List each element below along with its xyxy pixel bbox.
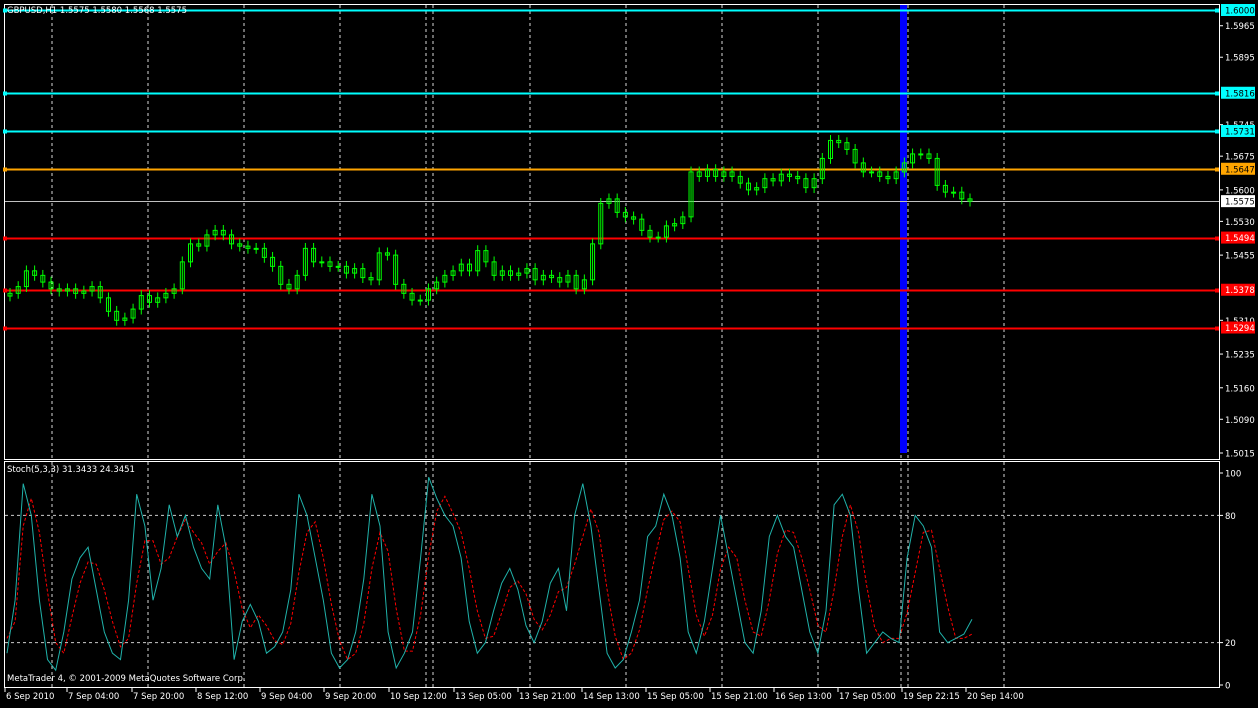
price-tag-label: 1.5294 [1225, 324, 1255, 334]
price-tick-label: 1.5675 [1225, 153, 1255, 163]
level-anchor-left [3, 167, 7, 172]
time-tick-label: 16 Sep 13:00 [775, 692, 832, 702]
candle-body [869, 171, 875, 174]
time-tick-label: 15 Sep 21:00 [711, 692, 768, 702]
level-anchor-left [3, 326, 7, 331]
price-tick-label: 1.5600 [1225, 186, 1255, 196]
level-anchor-left [3, 236, 7, 241]
level-anchor-right [1215, 236, 1219, 241]
candle-body [319, 261, 325, 264]
stoch-tick-label: 100 [1225, 470, 1241, 480]
stoch-main-line [6, 477, 973, 672]
time-tick-label: 6 Sep 2010 [6, 692, 54, 702]
price-tick-label: 1.5965 [1225, 22, 1255, 32]
level-anchor-right [1215, 167, 1219, 172]
price-tick-label: 1.5455 [1225, 252, 1255, 262]
time-tick-label: 14 Sep 13:00 [583, 692, 640, 702]
time-tick-label: 19 Sep 22:15 [903, 692, 960, 702]
price-pane-frame [4, 4, 1220, 460]
time-tick-label: 9 Sep 04:00 [261, 692, 312, 702]
price-tick-label: 1.5090 [1225, 416, 1255, 426]
price-tag-label: 1.5494 [1225, 234, 1255, 244]
price-tick-label: 1.5160 [1225, 384, 1255, 394]
stochastic-pane-frame [4, 461, 1220, 688]
time-tick-label: 9 Sep 20:00 [325, 692, 376, 702]
price-tag-label: 1.5816 [1225, 89, 1255, 99]
level-anchor-right [1215, 288, 1219, 293]
highlight-layer [900, 5, 907, 453]
time-tick-label: 8 Sep 12:00 [197, 692, 248, 702]
stoch-tick-label: 20 [1225, 639, 1236, 649]
stoch-tick-label: 80 [1225, 512, 1236, 522]
price-tag-label: 1.5731 [1225, 127, 1255, 137]
candle-body [951, 191, 957, 194]
stoch-signal-line [6, 495, 973, 661]
stoch-tick-label: 0 [1225, 682, 1230, 692]
symbol-info: GBPUSD,H1 1.5575 1.5580 1.5568 1.5575 [7, 6, 187, 16]
price-tag-label: 1.6000 [1225, 7, 1255, 17]
price-tick-label: 1.5015 [1225, 450, 1255, 460]
level-anchor-right [1215, 8, 1219, 13]
time-tick-label: 7 Sep 04:00 [68, 692, 119, 702]
price-tag-label: 1.5647 [1225, 165, 1255, 175]
level-anchor-right [1215, 129, 1219, 134]
horizontal-lines-layer[interactable] [3, 8, 1219, 331]
candle-body [417, 299, 423, 302]
time-tick-label: 20 Sep 14:00 [967, 692, 1024, 702]
level-anchor-right [1215, 326, 1219, 331]
time-tick-label: 13 Sep 05:00 [455, 692, 512, 702]
price-tick-label: 1.5895 [1225, 54, 1255, 64]
time-tick-label: 17 Sep 05:00 [839, 692, 896, 702]
time-tick-label: 15 Sep 05:00 [647, 692, 704, 702]
chart-canvas[interactable]: 1.59651.58951.57451.56751.56001.55301.54… [0, 0, 1258, 704]
level-anchor-left [3, 91, 7, 96]
level-anchor-left [3, 288, 7, 293]
time-axis: 6 Sep 2010 7 Sep 04:00 7 Sep 20:00 8 Sep 12… [4, 688, 1024, 702]
candle-body [253, 247, 259, 250]
price-tick-label: 1.5235 [1225, 351, 1255, 361]
indicator-info: Stoch(5,3,3) 31.3433 24.3451 [7, 465, 135, 475]
time-tick-label: 13 Sep 21:00 [519, 692, 576, 702]
candle-body [918, 153, 924, 156]
metatrader-chart-window[interactable]: 1.59651.58951.57451.56751.56001.55301.54… [0, 0, 1258, 704]
time-tick-label: 7 Sep 20:00 [133, 692, 184, 702]
price-tag-label: 1.5378 [1225, 286, 1255, 296]
price-tag-label: 1.5575 [1225, 198, 1255, 208]
candle-body [335, 265, 341, 268]
time-tick-label: 10 Sep 12:00 [390, 692, 447, 702]
level-anchor-right [1215, 91, 1219, 96]
copyright-text: MetaTrader 4, © 2001-2009 MetaQuotes Sof… [7, 674, 246, 684]
price-tick-label: 1.5530 [1225, 218, 1255, 228]
level-anchor-left [3, 129, 7, 134]
stochastic-axis: 100 80 20 0 [1219, 470, 1241, 692]
candles-layer [7, 135, 973, 326]
candle-body [655, 236, 661, 239]
grid-layer [5, 5, 1219, 687]
current-bar-highlight [900, 5, 907, 453]
stochastic-lines-layer [6, 477, 973, 672]
